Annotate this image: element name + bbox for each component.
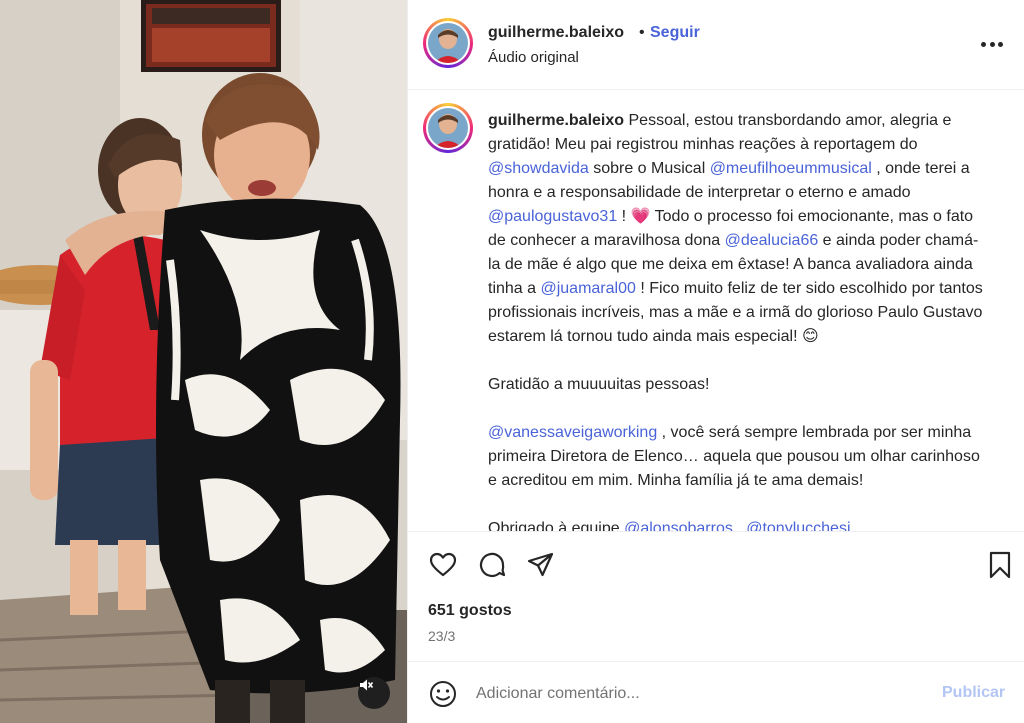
mention-link[interactable]: @meufilhoeummusical: [710, 160, 872, 177]
caption-text: guilherme.baleixo Pessoal, estou transbo…: [488, 109, 988, 531]
instagram-post-window: guilherme.baleixo • Seguir Áudio origina…: [0, 0, 1024, 723]
mention-link[interactable]: @vanessaveigaworking: [488, 424, 657, 441]
more-horizontal-icon: [989, 41, 995, 47]
caption-avatar[interactable]: [423, 103, 473, 153]
caption-fragment: sobre o Musical: [588, 160, 710, 177]
mention-link[interactable]: @tonylucchesi: [746, 520, 850, 531]
post-actions: 651 gostos 23/3: [408, 531, 1024, 661]
post-media[interactable]: [0, 0, 407, 723]
mention-link[interactable]: @dealucia66: [725, 232, 819, 249]
mention-link[interactable]: @showdavida: [488, 160, 589, 177]
comment-input[interactable]: [476, 680, 926, 708]
author-username[interactable]: guilherme.baleixo: [488, 24, 624, 42]
follow-button[interactable]: Seguir: [650, 24, 700, 42]
caption-username[interactable]: guilherme.baleixo: [488, 112, 624, 129]
post-header: guilherme.baleixo • Seguir Áudio origina…: [408, 0, 1024, 90]
emoji-icon[interactable]: [428, 679, 458, 709]
caption-fragment: ,: [850, 520, 860, 531]
muted-speaker-icon: [360, 679, 374, 691]
comment-icon[interactable]: [477, 550, 507, 580]
smile-emoji: 😊: [801, 328, 819, 345]
caption-fragment: ,: [732, 520, 747, 531]
mention-link[interactable]: @juamaral00: [540, 280, 635, 297]
caption-fragment: !: [617, 208, 631, 225]
separator-dot: •: [639, 24, 645, 41]
more-horizontal-icon: [998, 41, 1003, 47]
mention-link[interactable]: @alonsobarros: [624, 520, 733, 531]
likes-count[interactable]: 651 gostos: [428, 602, 512, 620]
bookmark-icon[interactable]: [985, 550, 1015, 580]
mention-link[interactable]: @paulogustavo31: [488, 208, 617, 225]
heart-icon[interactable]: [428, 550, 458, 580]
caption-section[interactable]: guilherme.baleixo Pessoal, estou transbo…: [408, 91, 1024, 531]
avatar[interactable]: [423, 18, 473, 68]
heart-emoji: 💗: [630, 208, 651, 225]
audio-label[interactable]: Áudio original: [488, 49, 579, 66]
post-date[interactable]: 23/3: [428, 628, 455, 644]
comment-composer: Publicar: [408, 661, 1024, 723]
caption-paragraph: Gratidão a muuuuitas pessoas!: [488, 376, 710, 393]
more-options-button[interactable]: [978, 32, 1006, 56]
reel-photo: [0, 0, 407, 723]
share-icon[interactable]: [526, 550, 556, 580]
post-details-panel: guilherme.baleixo • Seguir Áudio origina…: [407, 0, 1024, 723]
publish-button[interactable]: Publicar: [942, 684, 1005, 702]
more-horizontal-icon: [981, 41, 986, 47]
mute-toggle-button[interactable]: [358, 677, 390, 709]
caption-fragment: Obrigado à equipe: [488, 520, 625, 531]
